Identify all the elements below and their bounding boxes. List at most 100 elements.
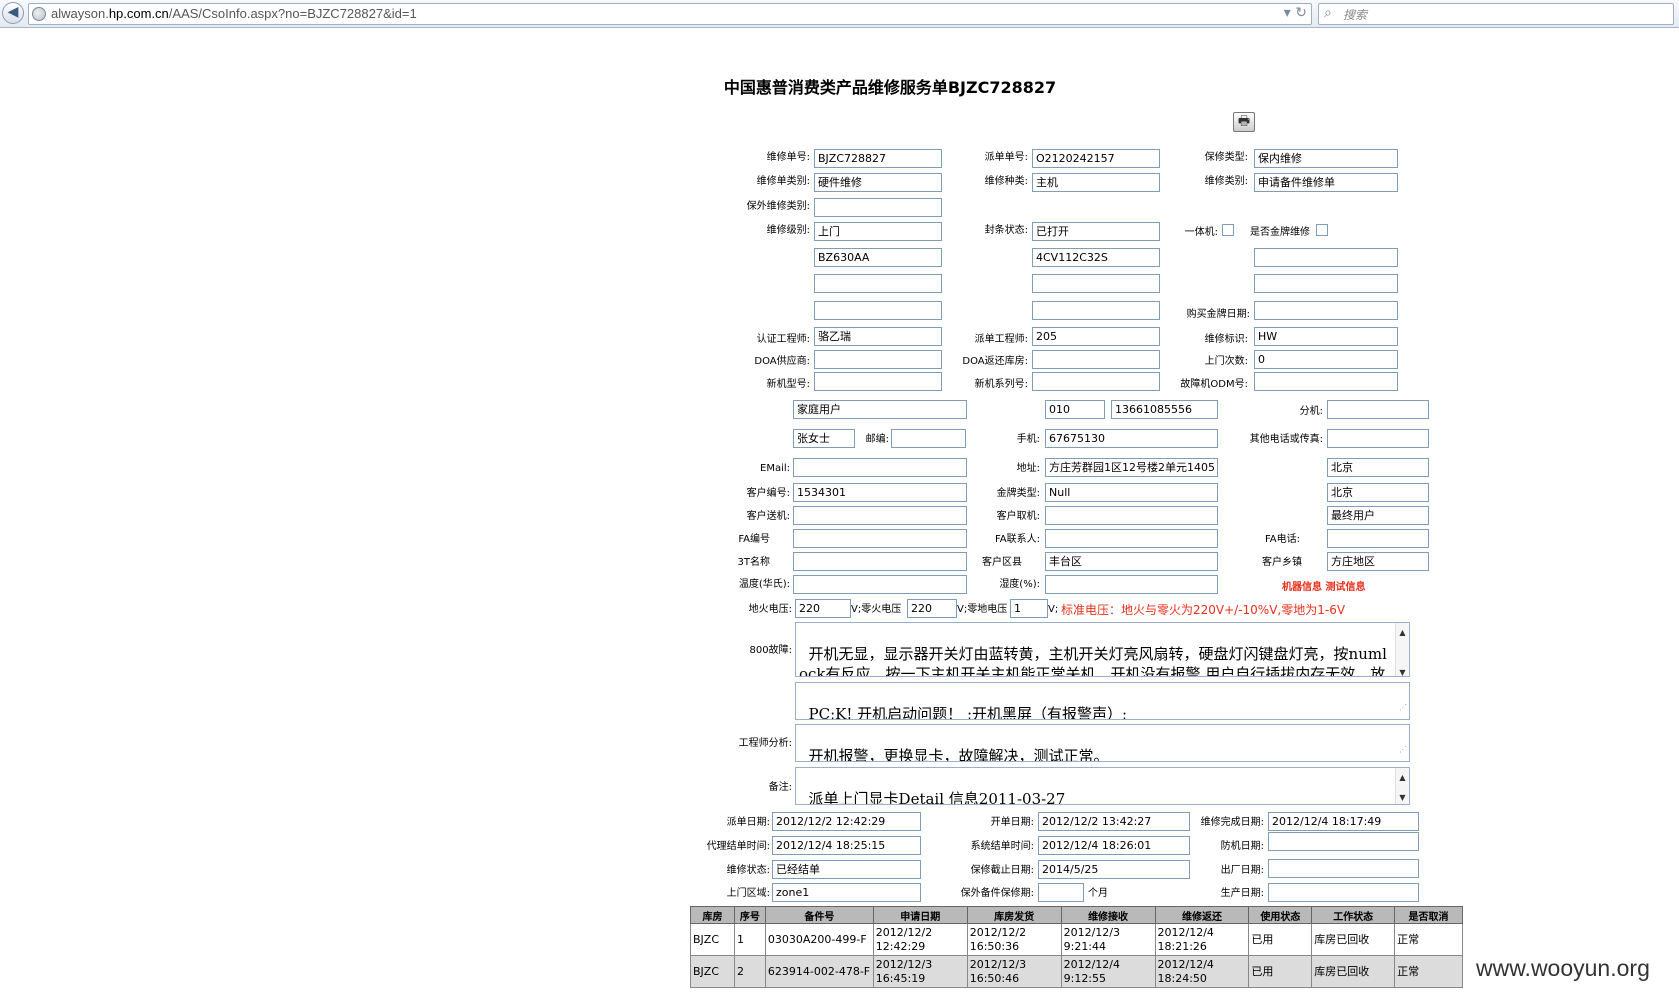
gold-repair-checkbox[interactable] bbox=[1316, 224, 1328, 236]
dispatch-engineer-field[interactable]: 205 bbox=[1032, 327, 1160, 346]
fa-phone-field[interactable] bbox=[1327, 529, 1429, 548]
user-type-field[interactable]: 最终用户 bbox=[1327, 506, 1429, 525]
serial-no-field[interactable]: 4CV112C32S bbox=[1032, 248, 1160, 267]
repair-class-field[interactable]: 申请备件维修单 bbox=[1254, 173, 1398, 192]
repair-kind-field[interactable]: 主机 bbox=[1032, 173, 1160, 192]
customer-type-field[interactable]: 家庭用户 bbox=[793, 400, 967, 419]
label-humidity: 湿度(%): bbox=[999, 579, 1040, 590]
repair-mark-field[interactable]: HW bbox=[1254, 327, 1398, 346]
email-field[interactable] bbox=[793, 458, 967, 477]
fault-odm-field[interactable] bbox=[1254, 372, 1398, 391]
engineer-analysis-text: 开机报警，更换显卡，故障解决，测试正常。 bbox=[808, 747, 1109, 762]
new-model-field[interactable] bbox=[814, 372, 942, 391]
resize-grip-icon[interactable]: ⋰ bbox=[1399, 698, 1407, 718]
printer-icon[interactable]: 🖶 bbox=[1233, 112, 1255, 132]
mobile-field[interactable]: 67675130 bbox=[1045, 429, 1218, 448]
purchase-gold-date-field[interactable] bbox=[1254, 301, 1398, 320]
area-code-field[interactable]: 010 bbox=[1045, 400, 1105, 419]
customer-district-field[interactable]: 丰台区 bbox=[1045, 552, 1218, 571]
label-v-end: V; bbox=[1048, 604, 1059, 615]
machine-info-link[interactable]: 机器信息 测试信息 bbox=[1282, 578, 1365, 593]
label-dispatch-engineer: 派单工程师: bbox=[974, 334, 1028, 345]
remark-textarea[interactable]: 派单上门显卡Detail 信息2011-03-27 上门前电话联系产品购买日期。… bbox=[795, 767, 1410, 805]
label-repair-no: 维修单号: bbox=[766, 152, 810, 163]
ext-field[interactable] bbox=[1327, 400, 1429, 419]
warranty-type-field[interactable]: 保内维修 bbox=[1254, 149, 1398, 168]
temperature-field[interactable] bbox=[793, 575, 967, 594]
cell: 已用 bbox=[1248, 923, 1313, 956]
seal-status-field[interactable]: 已打开 bbox=[1032, 222, 1160, 241]
all-in-one-checkbox[interactable] bbox=[1222, 224, 1234, 236]
scrollbar[interactable]: ▲ ▼ bbox=[1395, 623, 1409, 676]
extra-field-5[interactable] bbox=[814, 301, 942, 320]
open-date-field[interactable]: 2012/12/2 13:42:27 bbox=[1038, 812, 1190, 831]
extra-field-3[interactable] bbox=[1032, 274, 1160, 293]
extra-field-1[interactable] bbox=[1254, 248, 1398, 267]
label-customer-no: 客户编号: bbox=[746, 488, 790, 499]
doa-supplier-field[interactable] bbox=[814, 350, 942, 369]
gold-type-field[interactable]: Null bbox=[1045, 483, 1218, 502]
extra-field-6[interactable] bbox=[1032, 301, 1160, 320]
repair-level-field[interactable]: 上门 bbox=[814, 222, 942, 241]
factory-date-field[interactable] bbox=[1268, 859, 1419, 878]
3t-name-field[interactable] bbox=[793, 552, 967, 571]
label-purchase-gold-date: 购买金牌日期: bbox=[1186, 309, 1250, 320]
watermark: www.wooyun.org bbox=[1476, 955, 1650, 981]
cell: 2012/12/2 12:42:29 bbox=[872, 923, 968, 956]
reload-icon[interactable]: ▾ ↻ bbox=[1284, 5, 1307, 21]
address-field[interactable]: 方庄芳群园1区12号楼2单元1405 bbox=[1045, 458, 1218, 477]
return-date-field[interactable] bbox=[1268, 832, 1419, 851]
label-customer-district: 客户区县 bbox=[982, 557, 1022, 568]
visit-count-field[interactable]: 0 bbox=[1254, 350, 1398, 369]
system-close-time-field[interactable]: 2012/12/4 18:26:01 bbox=[1038, 836, 1190, 855]
repair-no-field[interactable]: BJZC728827 bbox=[814, 149, 942, 168]
search-input[interactable]: ⌕ 搜索 bbox=[1318, 3, 1674, 25]
customer-town-field[interactable]: 方庄地区 bbox=[1327, 552, 1429, 571]
city-field[interactable]: 北京 bbox=[1327, 483, 1429, 502]
extra-field-2[interactable] bbox=[814, 274, 942, 293]
agent-close-time-field[interactable]: 2012/12/4 18:25:15 bbox=[772, 836, 921, 855]
live-neutral-v-field[interactable]: 220 bbox=[907, 599, 957, 618]
fault-code-textarea[interactable]: PC;K! 开机启动问题！ ;开机黑屏（有报警声）; ⋰ bbox=[795, 682, 1410, 720]
resize-grip-icon[interactable]: ⋰ bbox=[1399, 740, 1407, 760]
customer-pick-field[interactable] bbox=[1045, 506, 1218, 525]
warranty-end-date-field[interactable]: 2014/5/25 bbox=[1038, 860, 1190, 879]
phone-field[interactable]: 13661085556 bbox=[1111, 400, 1218, 419]
fa-no-field[interactable] bbox=[793, 529, 967, 548]
new-serial-field[interactable] bbox=[1032, 372, 1160, 391]
customer-no-field[interactable]: 1534301 bbox=[793, 483, 967, 502]
live-ground-v-field[interactable]: 220 bbox=[795, 599, 851, 618]
visit-area-field[interactable]: zone1 bbox=[772, 883, 921, 902]
back-arrow-icon[interactable]: ◀ bbox=[2, 2, 24, 24]
dispatch-no-field[interactable]: O2120242157 bbox=[1032, 149, 1160, 168]
label-customer-send: 客户送机: bbox=[746, 511, 790, 522]
province-field[interactable]: 北京 bbox=[1327, 458, 1429, 477]
table-row: BJZC 2 623914-002-478-F 2012/12/3 16:45:… bbox=[690, 955, 1463, 988]
customer-send-field[interactable] bbox=[793, 506, 967, 525]
dispatch-date-field[interactable]: 2012/12/2 12:42:29 bbox=[772, 812, 921, 831]
product-no-field[interactable]: BZ630AA bbox=[814, 248, 942, 267]
out-warranty-category-field[interactable] bbox=[814, 198, 942, 217]
label-remark: 备注: bbox=[768, 782, 792, 793]
browser-toolbar: ◀ alwayson.hp.com.cn/AAS/CsoInfo.aspx?no… bbox=[0, 0, 1679, 28]
scrollbar[interactable]: ▲ ▼ bbox=[1395, 768, 1409, 804]
out-warranty-parts-field[interactable] bbox=[1038, 883, 1084, 902]
fault-800-textarea[interactable]: 开机无显，显示器开关灯由蓝转黄，主机开关灯亮风扇转，硬盘灯闪键盘灯亮，按numl… bbox=[795, 622, 1410, 677]
postcode-field[interactable] bbox=[891, 429, 966, 448]
production-date-field[interactable] bbox=[1268, 883, 1419, 902]
cell: BJZC bbox=[690, 955, 735, 988]
doa-return-warehouse-field[interactable] bbox=[1032, 350, 1160, 369]
repair-done-date-field[interactable]: 2012/12/4 18:17:49 bbox=[1268, 812, 1419, 831]
fa-contact-field[interactable] bbox=[1045, 529, 1218, 548]
contact-name-field[interactable]: 张女士 bbox=[793, 429, 855, 448]
repair-category-field[interactable]: 硬件维修 bbox=[814, 173, 942, 192]
extra-field-4[interactable] bbox=[1254, 274, 1398, 293]
label-visit-area: 上门区域: bbox=[726, 888, 770, 899]
repair-status-field[interactable]: 已经结单 bbox=[772, 860, 921, 879]
address-bar[interactable]: alwayson.hp.com.cn/AAS/CsoInfo.aspx?no=B… bbox=[28, 3, 1312, 25]
other-phone-field[interactable] bbox=[1327, 429, 1429, 448]
engineer-analysis-textarea[interactable]: 开机报警，更换显卡，故障解决，测试正常。 ⋰ bbox=[795, 724, 1410, 762]
neutral-ground-v-field[interactable]: 1 bbox=[1010, 599, 1048, 618]
cert-engineer-field[interactable]: 骆乙瑞 bbox=[814, 327, 942, 346]
humidity-field[interactable] bbox=[1045, 575, 1218, 594]
